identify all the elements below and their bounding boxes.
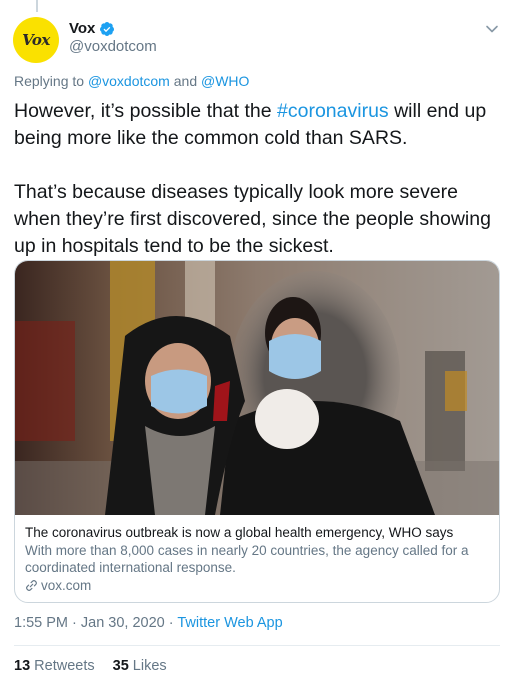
tweet-paragraph-2: That’s because diseases typically look m… <box>14 181 491 257</box>
reply-user-link-who[interactable]: @WHO <box>201 73 249 89</box>
card-description: With more than 8,000 cases in nearly 20 … <box>25 543 469 575</box>
tweet-text-segment: However, it’s possible that the <box>14 100 278 122</box>
card-title[interactable]: The coronavirus outbreak is now a global… <box>25 524 489 541</box>
author-name-row: Vox <box>69 20 115 37</box>
retweets-label: Retweets <box>34 658 95 674</box>
divider <box>14 645 500 646</box>
card-image[interactable] <box>15 261 499 515</box>
verified-badge-icon <box>100 21 115 36</box>
avatar[interactable]: Vox <box>13 17 59 63</box>
tweet-text: However, it’s possible that the #coronav… <box>14 98 502 260</box>
likes-count: 35 <box>112 658 129 674</box>
source-app-link[interactable]: Twitter Web App <box>177 615 282 631</box>
tweet-meta: 1:55 PM · Jan 30, 2020 · Twitter Web App <box>14 615 283 631</box>
reply-user-link-voxdotcom[interactable]: @voxdotcom <box>88 73 170 89</box>
thread-line <box>36 0 38 12</box>
reply-context: Replying to @voxdotcom and @WHO <box>14 73 249 89</box>
tweet-stats: 13 Retweets 35 Likes <box>14 658 167 674</box>
retweets-stat[interactable]: 13 Retweets <box>14 658 95 674</box>
card-domain-text: vox.com <box>41 578 92 593</box>
card-body[interactable]: The coronavirus outbreak is now a global… <box>25 524 489 594</box>
likes-stat[interactable]: 35 Likes <box>113 658 167 674</box>
tweet-paragraph-1: However, it’s possible that the #coronav… <box>14 98 502 152</box>
link-icon <box>26 580 37 591</box>
display-name[interactable]: Vox <box>69 20 95 37</box>
card-domain: vox.com <box>25 577 489 594</box>
tweet-date[interactable]: Jan 30, 2020 <box>81 615 165 631</box>
hashtag-link[interactable]: #coronavirus <box>277 100 389 122</box>
meta-separator: · <box>164 615 178 631</box>
reply-conjunction: and <box>173 73 198 89</box>
meta-separator: · <box>68 615 81 631</box>
link-card[interactable]: The coronavirus outbreak is now a global… <box>14 260 500 603</box>
likes-label: Likes <box>132 658 167 674</box>
chevron-down-icon[interactable] <box>485 22 499 36</box>
tweet-time[interactable]: 1:55 PM <box>14 615 68 631</box>
reply-prefix: Replying to <box>14 73 85 89</box>
author-handle[interactable]: @voxdotcom <box>69 38 157 55</box>
retweets-count: 13 <box>14 658 31 674</box>
